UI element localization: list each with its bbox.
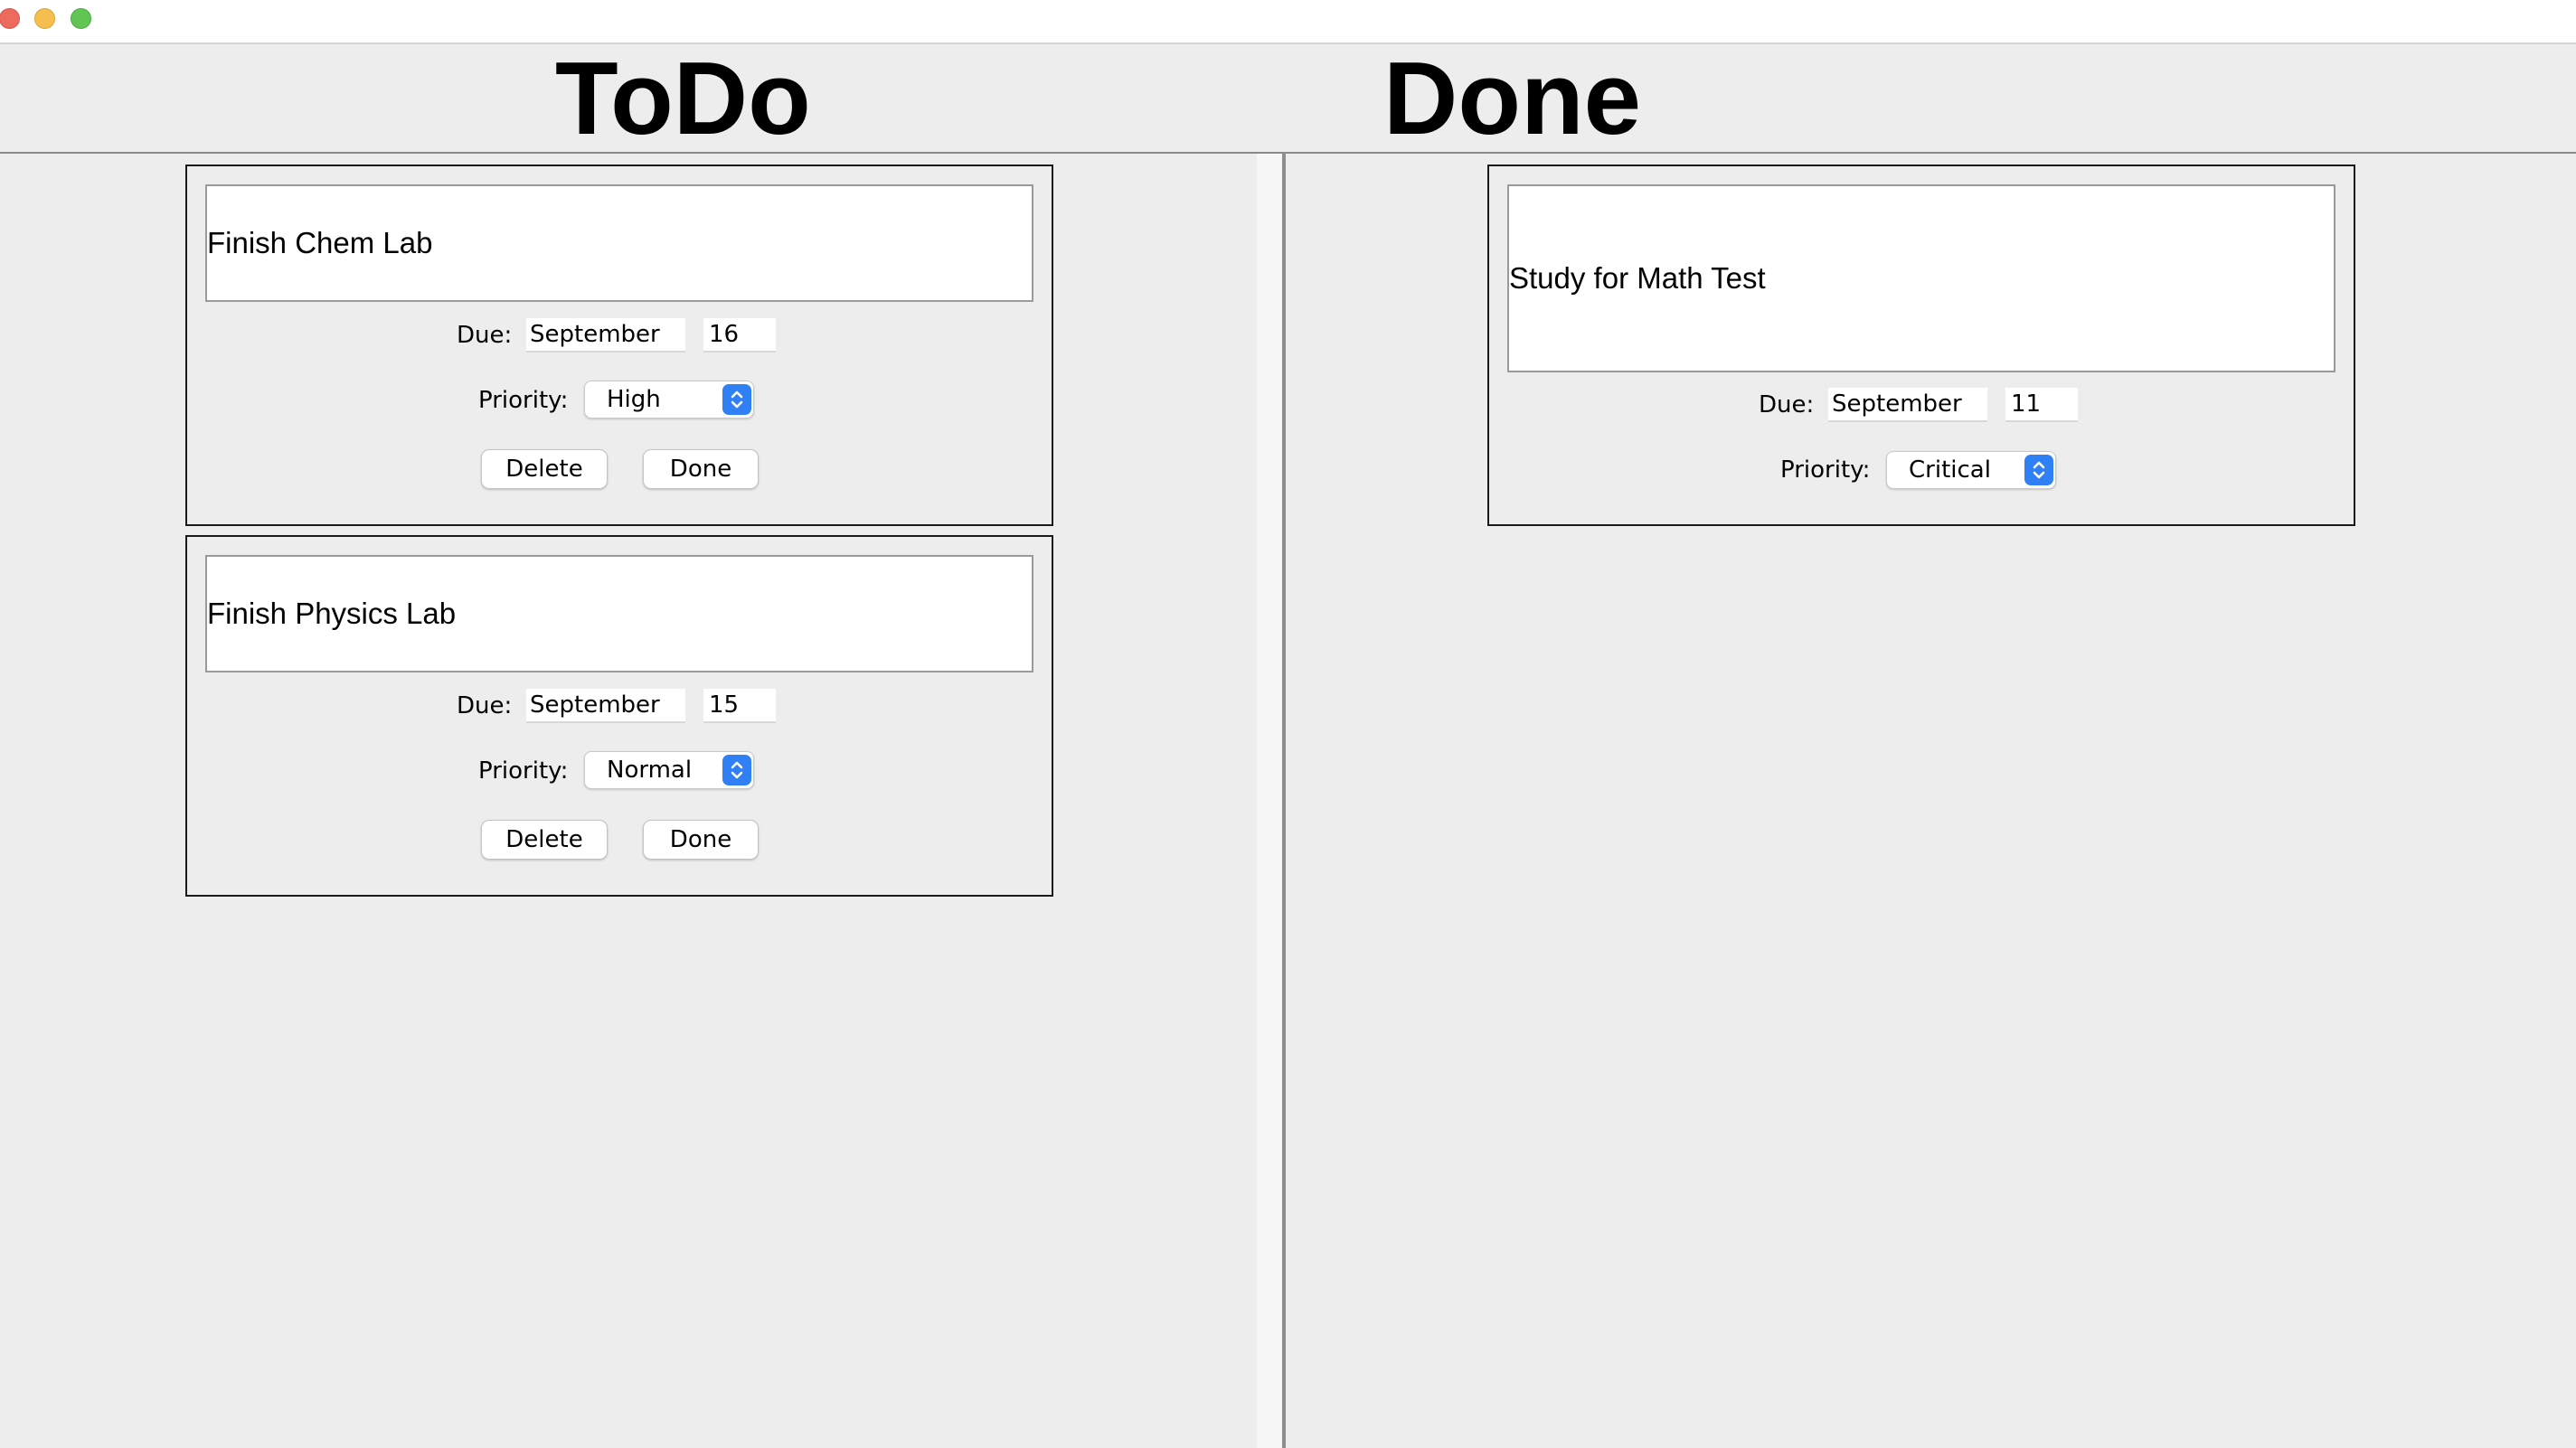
minimize-window-button[interactable] — [34, 8, 55, 29]
priority-label: Priority: — [478, 757, 569, 785]
delete-button[interactable]: Delete — [481, 820, 608, 860]
due-label: Due: — [457, 692, 513, 719]
mark-done-button[interactable]: Done — [643, 820, 759, 860]
due-day-field[interactable]: 15 — [703, 689, 776, 723]
todo-app-window: ToDo Done Finish Chem Lab Due: September… — [0, 0, 2576, 1448]
priority-select[interactable]: Normal — [584, 751, 754, 789]
todo-task-card: Finish Chem Lab Due: September 16 Priori… — [185, 165, 1053, 526]
close-window-button[interactable] — [0, 8, 20, 29]
due-label: Due: — [1759, 391, 1815, 418]
todo-task-card: Finish Physics Lab Due: September 15 Pri… — [185, 535, 1053, 897]
todo-column-title: ToDo — [555, 42, 811, 156]
due-month-field[interactable]: September — [1828, 388, 1987, 422]
done-column-title: Done — [1383, 42, 1641, 156]
task-title-text: Study for Math Test — [1509, 261, 1766, 295]
due-month-field[interactable]: September — [526, 318, 685, 353]
priority-value: High — [607, 386, 661, 413]
done-task-card: Study for Math Test Due: September 11 Pr… — [1487, 165, 2355, 526]
chevron-up-down-icon — [722, 755, 751, 785]
delete-button[interactable]: Delete — [481, 449, 608, 489]
maximize-window-button[interactable] — [71, 8, 91, 29]
due-label: Due: — [457, 322, 513, 349]
priority-value: Normal — [607, 757, 693, 784]
priority-value: Critical — [1909, 456, 1991, 484]
column-divider[interactable] — [1282, 154, 1286, 1448]
task-title-field[interactable]: Finish Physics Lab — [205, 555, 1033, 672]
mark-done-button[interactable]: Done — [643, 449, 759, 489]
priority-select[interactable]: High — [584, 381, 754, 418]
task-title-text: Finish Physics Lab — [207, 597, 457, 630]
window-titlebar — [0, 0, 2576, 44]
task-title-field[interactable]: Finish Chem Lab — [205, 184, 1033, 302]
header-divider — [0, 152, 2576, 154]
task-title-text: Finish Chem Lab — [207, 226, 433, 259]
due-day-field[interactable]: 11 — [2005, 388, 2078, 422]
priority-label: Priority: — [1780, 456, 1871, 484]
priority-select[interactable]: Critical — [1886, 451, 2056, 489]
priority-label: Priority: — [478, 387, 569, 414]
todo-column-scroll-strip — [1257, 154, 1282, 1448]
task-title-field[interactable]: Study for Math Test — [1507, 184, 2335, 372]
due-day-field[interactable]: 16 — [703, 318, 776, 353]
chevron-up-down-icon — [722, 384, 751, 415]
chevron-up-down-icon — [2024, 455, 2053, 485]
due-month-field[interactable]: September — [526, 689, 685, 723]
